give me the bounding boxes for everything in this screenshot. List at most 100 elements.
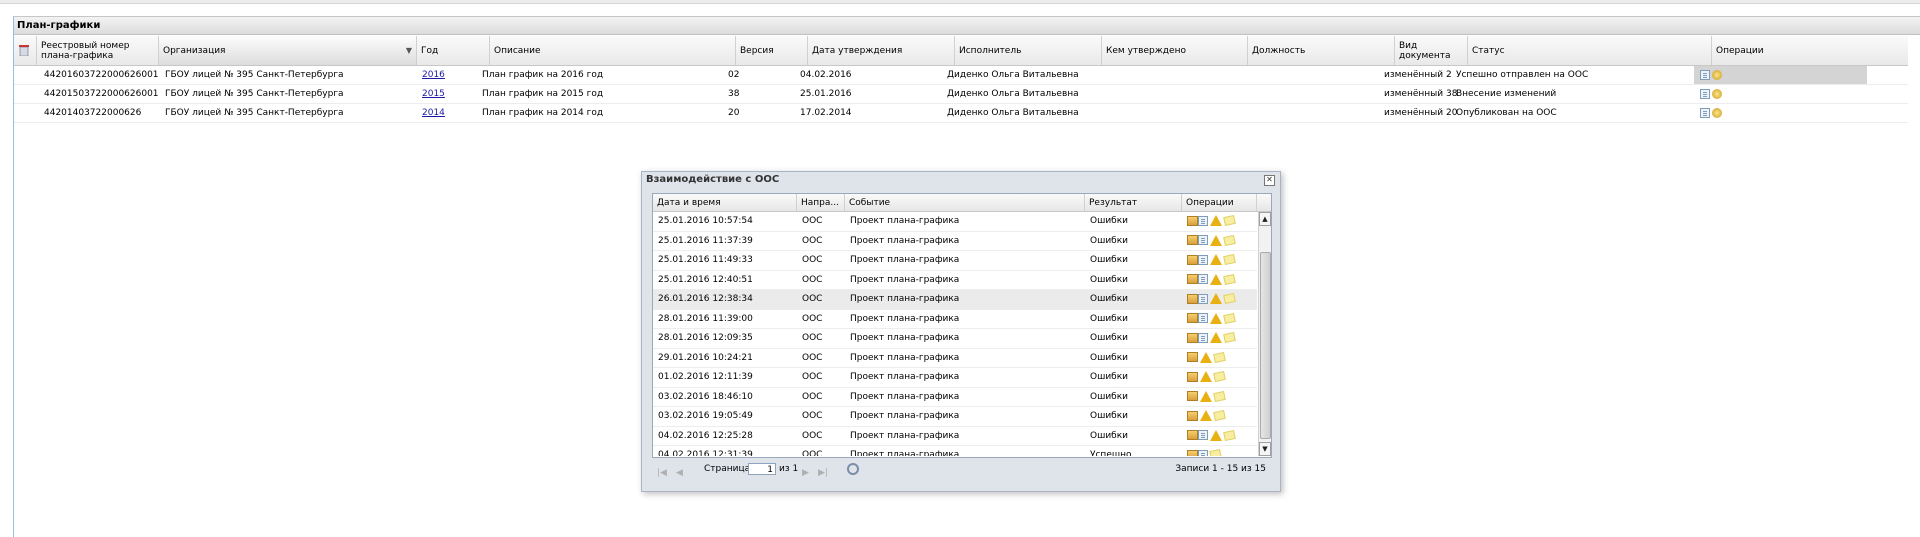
warning-icon[interactable]: [1200, 371, 1212, 382]
document-icon[interactable]: [1198, 449, 1208, 456]
col-version[interactable]: Версия: [736, 36, 808, 65]
document-icon[interactable]: [1198, 293, 1208, 304]
package-icon[interactable]: [1187, 235, 1198, 245]
warning-icon[interactable]: [1200, 390, 1212, 402]
document-icon[interactable]: [1198, 313, 1208, 323]
col-result[interactable]: Результат: [1085, 194, 1182, 211]
year-link[interactable]: 2016: [422, 70, 445, 80]
event-row[interactable]: 04.02.2016 12:25:28 ООС Проект плана-графи…: [653, 427, 1257, 446]
year-link[interactable]: 2014: [422, 108, 445, 118]
warning-icon[interactable]: [1210, 293, 1222, 304]
event-row[interactable]: 29.01.2016 10:24:21 ООС Проект плана-графи…: [653, 349, 1257, 368]
event-row[interactable]: 25.01.2016 10:57:54 ООС Проект плана-графи…: [653, 212, 1257, 232]
package-icon[interactable]: [1187, 371, 1198, 382]
table-row[interactable]: 44201503722000626001 ГБОУ лицей № 395 Са…: [14, 85, 1908, 104]
page-number-input[interactable]: 1: [748, 463, 776, 475]
event-row[interactable]: 25.01.2016 11:37:39 ООС Проект плана-графи…: [653, 232, 1257, 251]
close-icon[interactable]: ✕: [1264, 175, 1275, 186]
note-icon[interactable]: [1223, 429, 1236, 441]
document-icon[interactable]: [1198, 332, 1208, 343]
scroll-thumb[interactable]: [1260, 252, 1271, 439]
event-row[interactable]: 01.02.2016 12:11:39 ООС Проект плана-графи…: [653, 368, 1257, 388]
event-row[interactable]: 25.01.2016 12:40:51 ООС Проект плана-графи…: [653, 271, 1257, 290]
col-approved-by[interactable]: Кем утверждено: [1102, 36, 1248, 65]
warning-icon[interactable]: [1210, 234, 1222, 246]
package-icon[interactable]: [1187, 254, 1198, 265]
col-position[interactable]: Должность: [1248, 36, 1395, 65]
first-page-icon[interactable]: |◀: [657, 464, 667, 482]
emblem-icon[interactable]: [1712, 88, 1722, 99]
note-icon[interactable]: [1223, 234, 1236, 246]
col-description[interactable]: Описание: [490, 36, 736, 65]
event-row[interactable]: 04.02.2016 12:31:39 ООС Проект плана-графи…: [653, 446, 1257, 456]
note-icon[interactable]: [1213, 409, 1226, 422]
col-doc-type[interactable]: Вид документа: [1395, 36, 1468, 65]
next-page-icon[interactable]: ▶: [802, 464, 809, 482]
event-row[interactable]: 03.02.2016 19:05:49 ООС Проект плана-графи…: [653, 407, 1257, 427]
package-icon[interactable]: [1187, 332, 1198, 343]
document-icon[interactable]: [1198, 235, 1208, 245]
col-event[interactable]: Событие: [845, 194, 1085, 211]
col-operations[interactable]: Операции: [1712, 36, 1908, 65]
document-icon[interactable]: [1700, 88, 1710, 99]
document-icon[interactable]: [1700, 107, 1710, 118]
note-icon[interactable]: [1223, 273, 1236, 285]
note-icon[interactable]: [1213, 390, 1226, 402]
document-icon[interactable]: [1700, 69, 1710, 80]
note-icon[interactable]: [1213, 351, 1226, 363]
package-icon[interactable]: [1187, 352, 1198, 362]
package-icon[interactable]: [1187, 313, 1198, 323]
scroll-down-button[interactable]: ▼: [1259, 442, 1271, 456]
vertical-scrollbar[interactable]: ▲ ▼: [1258, 212, 1271, 456]
note-icon[interactable]: [1223, 312, 1236, 324]
document-icon[interactable]: [1198, 274, 1208, 284]
col-year[interactable]: Год: [417, 36, 490, 65]
note-icon[interactable]: [1213, 370, 1226, 383]
delete-column-header[interactable]: [14, 36, 37, 65]
warning-icon[interactable]: [1210, 215, 1222, 226]
col-organization[interactable]: Организация ▼: [159, 36, 417, 65]
warning-icon[interactable]: [1210, 429, 1222, 441]
note-icon[interactable]: [1223, 292, 1236, 305]
event-row[interactable]: 25.01.2016 11:49:33 ООС Проект плана-графи…: [653, 251, 1257, 271]
package-icon[interactable]: [1187, 274, 1198, 284]
package-icon[interactable]: [1187, 293, 1198, 304]
document-icon[interactable]: [1198, 430, 1208, 440]
package-icon[interactable]: [1187, 410, 1198, 421]
document-icon[interactable]: [1198, 215, 1208, 226]
col-executor[interactable]: Исполнитель: [955, 36, 1102, 65]
refresh-icon[interactable]: [847, 463, 859, 475]
year-link[interactable]: 2015: [422, 89, 445, 99]
prev-page-icon[interactable]: ◀: [676, 464, 683, 482]
note-icon[interactable]: [1209, 448, 1222, 456]
event-row[interactable]: 03.02.2016 18:46:10 ООС Проект плана-графи…: [653, 388, 1257, 407]
warning-icon[interactable]: [1210, 312, 1222, 324]
warning-icon[interactable]: [1210, 273, 1222, 285]
note-icon[interactable]: [1223, 331, 1236, 344]
col-ops[interactable]: Операции: [1182, 194, 1257, 211]
last-page-icon[interactable]: ▶|: [818, 464, 828, 482]
table-row[interactable]: 44201403722000626 ГБОУ лицей № 395 Санкт…: [14, 104, 1908, 123]
package-icon[interactable]: [1187, 449, 1198, 456]
event-row[interactable]: 26.01.2016 12:38:34 ООС Проект плана-графи…: [653, 290, 1257, 310]
table-row[interactable]: 44201603722000626001 ГБОУ лицей № 395 Са…: [14, 66, 1908, 85]
emblem-icon[interactable]: [1712, 69, 1722, 80]
warning-icon[interactable]: [1200, 351, 1212, 363]
col-direction[interactable]: Напра...: [797, 194, 845, 211]
emblem-icon[interactable]: [1712, 107, 1722, 118]
warning-icon[interactable]: [1200, 410, 1212, 421]
event-row[interactable]: 28.01.2016 12:09:35 ООС Проект плана-графи…: [653, 329, 1257, 349]
col-status[interactable]: Статус: [1468, 36, 1712, 65]
package-icon[interactable]: [1187, 430, 1198, 440]
col-datetime[interactable]: Дата и время: [653, 194, 797, 211]
package-icon[interactable]: [1187, 215, 1198, 226]
scroll-up-button[interactable]: ▲: [1259, 212, 1271, 226]
event-row[interactable]: 28.01.2016 11:39:00 ООС Проект плана-графи…: [653, 310, 1257, 329]
warning-icon[interactable]: [1210, 254, 1222, 265]
note-icon[interactable]: [1223, 253, 1236, 266]
filter-icon[interactable]: ▼: [406, 46, 412, 56]
package-icon[interactable]: [1187, 391, 1198, 401]
col-reg-number[interactable]: Реестровый номер плана-графика: [37, 36, 159, 65]
warning-icon[interactable]: [1210, 332, 1222, 343]
note-icon[interactable]: [1223, 214, 1236, 227]
